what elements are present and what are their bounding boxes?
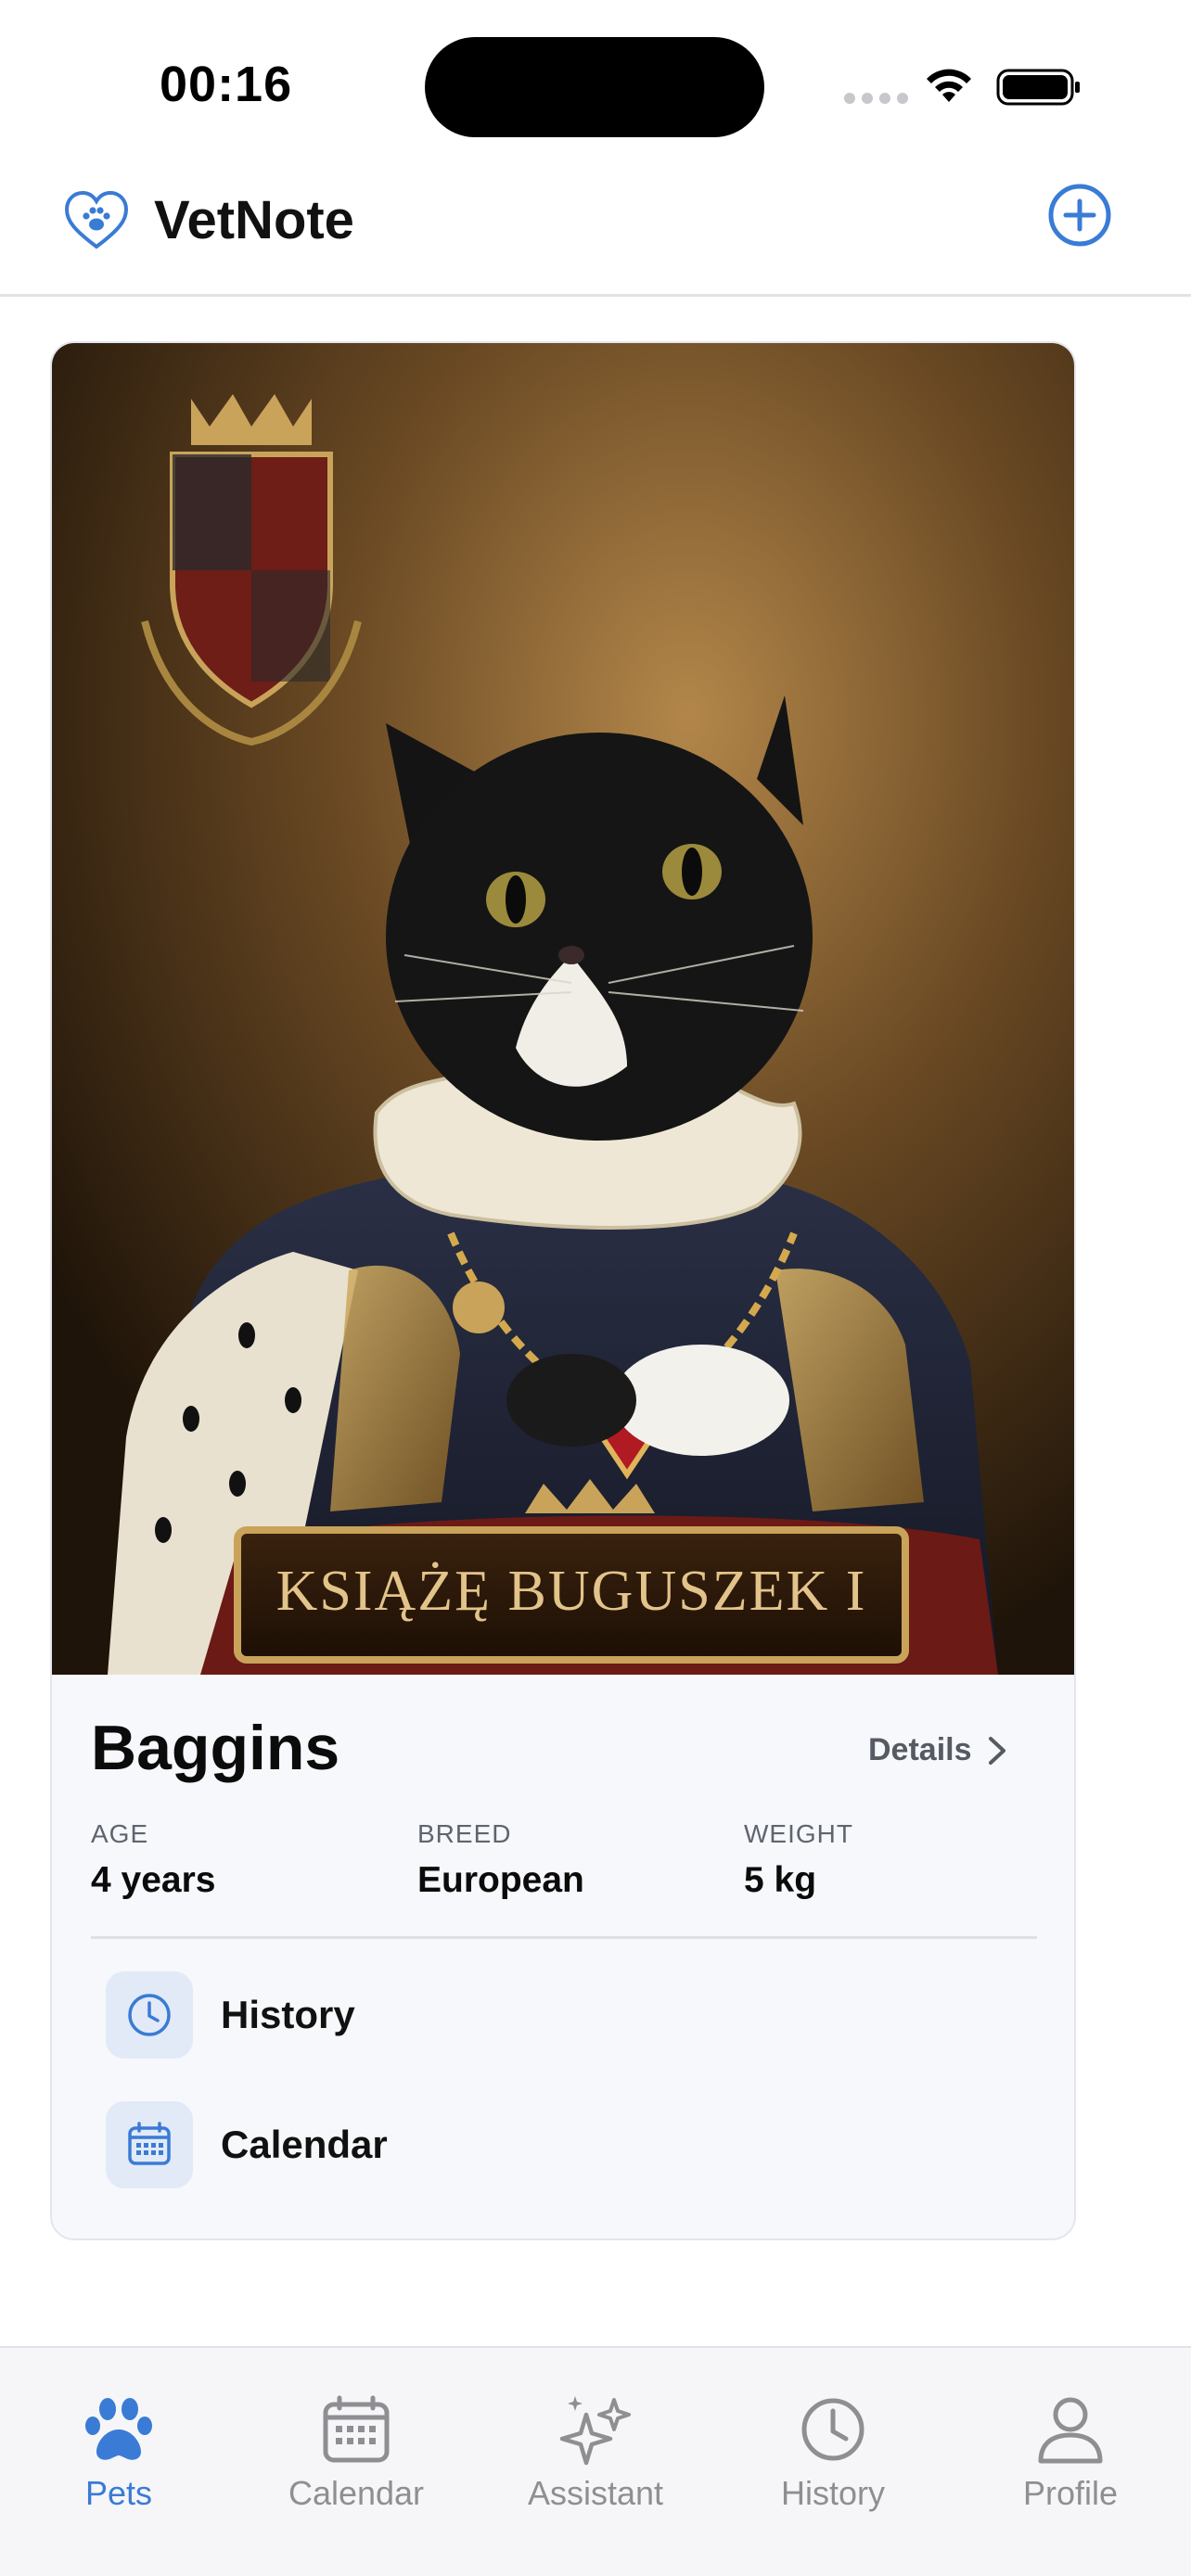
stat-label: BREED (417, 1819, 512, 1848)
stat-label: WEIGHT (744, 1819, 853, 1848)
calendar-icon (317, 2392, 395, 2467)
stat-age: AGE 4 years (91, 1819, 215, 1901)
tab-calendar[interactable]: Calendar (254, 2392, 458, 2522)
tab-label: Pets (84, 2474, 153, 2512)
clock-icon (794, 2392, 872, 2467)
tab-label: Calendar (288, 2474, 425, 2512)
tab-assistant[interactable]: Assistant (493, 2392, 698, 2522)
sparkles-icon (557, 2392, 634, 2467)
app-screen: 00:16 VetNote KSIĄŻĘ BUGUSZEK I Baggins … (0, 0, 1191, 2576)
tab-bar: Pets Calendar Assistant History Profile (0, 2346, 1191, 2576)
app-title: VetNote (154, 190, 354, 250)
stat-value: 5 kg (744, 1860, 817, 1900)
battery-icon (996, 69, 1080, 106)
tab-profile[interactable]: Profile (968, 2392, 1172, 2522)
stat-weight: WEIGHT 5 kg (744, 1819, 853, 1901)
wifi-icon (927, 69, 971, 102)
pet-photo[interactable]: KSIĄŻĘ BUGUSZEK I (52, 343, 1074, 1675)
calendar-action-label: Calendar (221, 2123, 388, 2166)
pet-name: Baggins (91, 1713, 340, 1783)
calendar-action[interactable]: Calendar (106, 2100, 1015, 2189)
dynamic-island (425, 37, 764, 137)
details-label: Details (868, 1732, 972, 1767)
tab-label: Profile (1022, 2474, 1119, 2512)
pet-card[interactable]: KSIĄŻĘ BUGUSZEK I Baggins Details AGE 4 … (50, 341, 1076, 2240)
status-time: 00:16 (160, 57, 293, 112)
tab-history[interactable]: History (731, 2392, 935, 2522)
stat-value: European (417, 1860, 584, 1900)
status-bar: 00:16 (0, 0, 1191, 167)
tab-label: History (780, 2474, 885, 2512)
cellular-signal-icon (844, 93, 908, 104)
paw-icon (80, 2392, 158, 2467)
stat-label: AGE (91, 1819, 149, 1848)
nav-header: VetNote (0, 167, 1191, 297)
stat-value: 4 years (91, 1860, 216, 1900)
history-action-label: History (221, 1993, 355, 2036)
person-icon (1031, 2392, 1109, 2467)
stat-breed: BREED European (417, 1819, 584, 1901)
pet-stats: AGE 4 years BREED European WEIGHT 5 kg (91, 1819, 1037, 1903)
details-link[interactable]: Details (868, 1732, 1007, 1768)
history-action[interactable]: History (106, 1970, 1015, 2060)
heart-paw-icon (64, 190, 129, 249)
tab-pets[interactable]: Pets (17, 2392, 221, 2522)
chevron-right-icon (988, 1736, 1005, 1765)
add-pet-button[interactable] (1046, 182, 1113, 249)
photo-caption: KSIĄŻĘ BUGUSZEK I (276, 1560, 867, 1623)
divider (91, 1936, 1037, 1939)
calendar-icon (106, 2101, 193, 2188)
tab-label: Assistant (527, 2474, 664, 2512)
clock-icon (106, 1971, 193, 2059)
